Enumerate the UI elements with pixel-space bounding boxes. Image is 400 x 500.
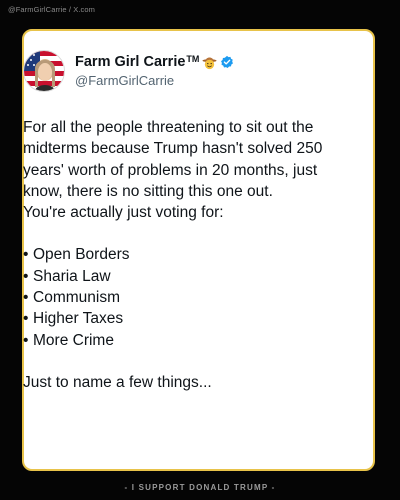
bullet-icon: • — [23, 310, 29, 328]
name-block: Farm Girl Carrie TM @FarmGirlCarrie — [75, 53, 234, 89]
avatar[interactable] — [23, 50, 65, 92]
bullet-icon: • — [23, 246, 29, 264]
verified-badge-icon — [220, 55, 234, 69]
list-item-label: More Crime — [33, 331, 114, 349]
trademark-mark: TM — [186, 54, 200, 64]
display-name-row[interactable]: Farm Girl Carrie TM — [75, 53, 234, 71]
list-item: • Communism — [23, 287, 333, 308]
list-item-label: Communism — [33, 289, 120, 307]
list-item-label: Open Borders — [33, 246, 130, 264]
list-item-label: Sharia Law — [33, 267, 111, 285]
bullet-icon: • — [23, 267, 29, 285]
bullet-list: • Open Borders • Sharia Law • Communism • Hi… — [23, 244, 333, 350]
screenshot-frame: @FarmGirlCarrie / X.com Farm Girl Carrie… — [0, 0, 400, 500]
list-item: • Sharia Law — [23, 266, 333, 287]
user-handle[interactable]: @FarmGirlCarrie — [75, 72, 234, 89]
closing-line: Just to name a few things... — [23, 373, 212, 391]
post-paragraph: For all the people threatening to sit ou… — [23, 117, 333, 223]
cowboy-hat-face-emoji-icon — [202, 55, 217, 70]
post-text: For all the people threatening to sit ou… — [23, 117, 333, 393]
post-line: For all the people threatening to sit ou… — [23, 119, 314, 136]
post-header: Farm Girl Carrie TM @FarmGirlCarrie — [23, 50, 234, 92]
bullet-icon: • — [23, 289, 29, 307]
post-line: know, there is no sitting this one out. — [23, 182, 273, 200]
footer-caption: - I SUPPORT DONALD TRUMP - — [124, 483, 276, 492]
watermark-text: @FarmGirlCarrie / X.com — [8, 5, 96, 14]
post-line: years' worth of problems in 20 months, j… — [23, 161, 318, 179]
list-item: • Open Borders — [23, 244, 333, 265]
post-line: midterms because Trump hasn't solved 250 — [23, 140, 323, 158]
display-name[interactable]: Farm Girl Carrie — [75, 53, 185, 71]
list-item: • Higher Taxes — [23, 308, 333, 329]
post-line: You're actually just voting for: — [23, 204, 224, 222]
list-item-label: Higher Taxes — [33, 310, 124, 328]
list-item: • More Crime — [23, 330, 333, 351]
bullet-icon: • — [23, 331, 29, 349]
